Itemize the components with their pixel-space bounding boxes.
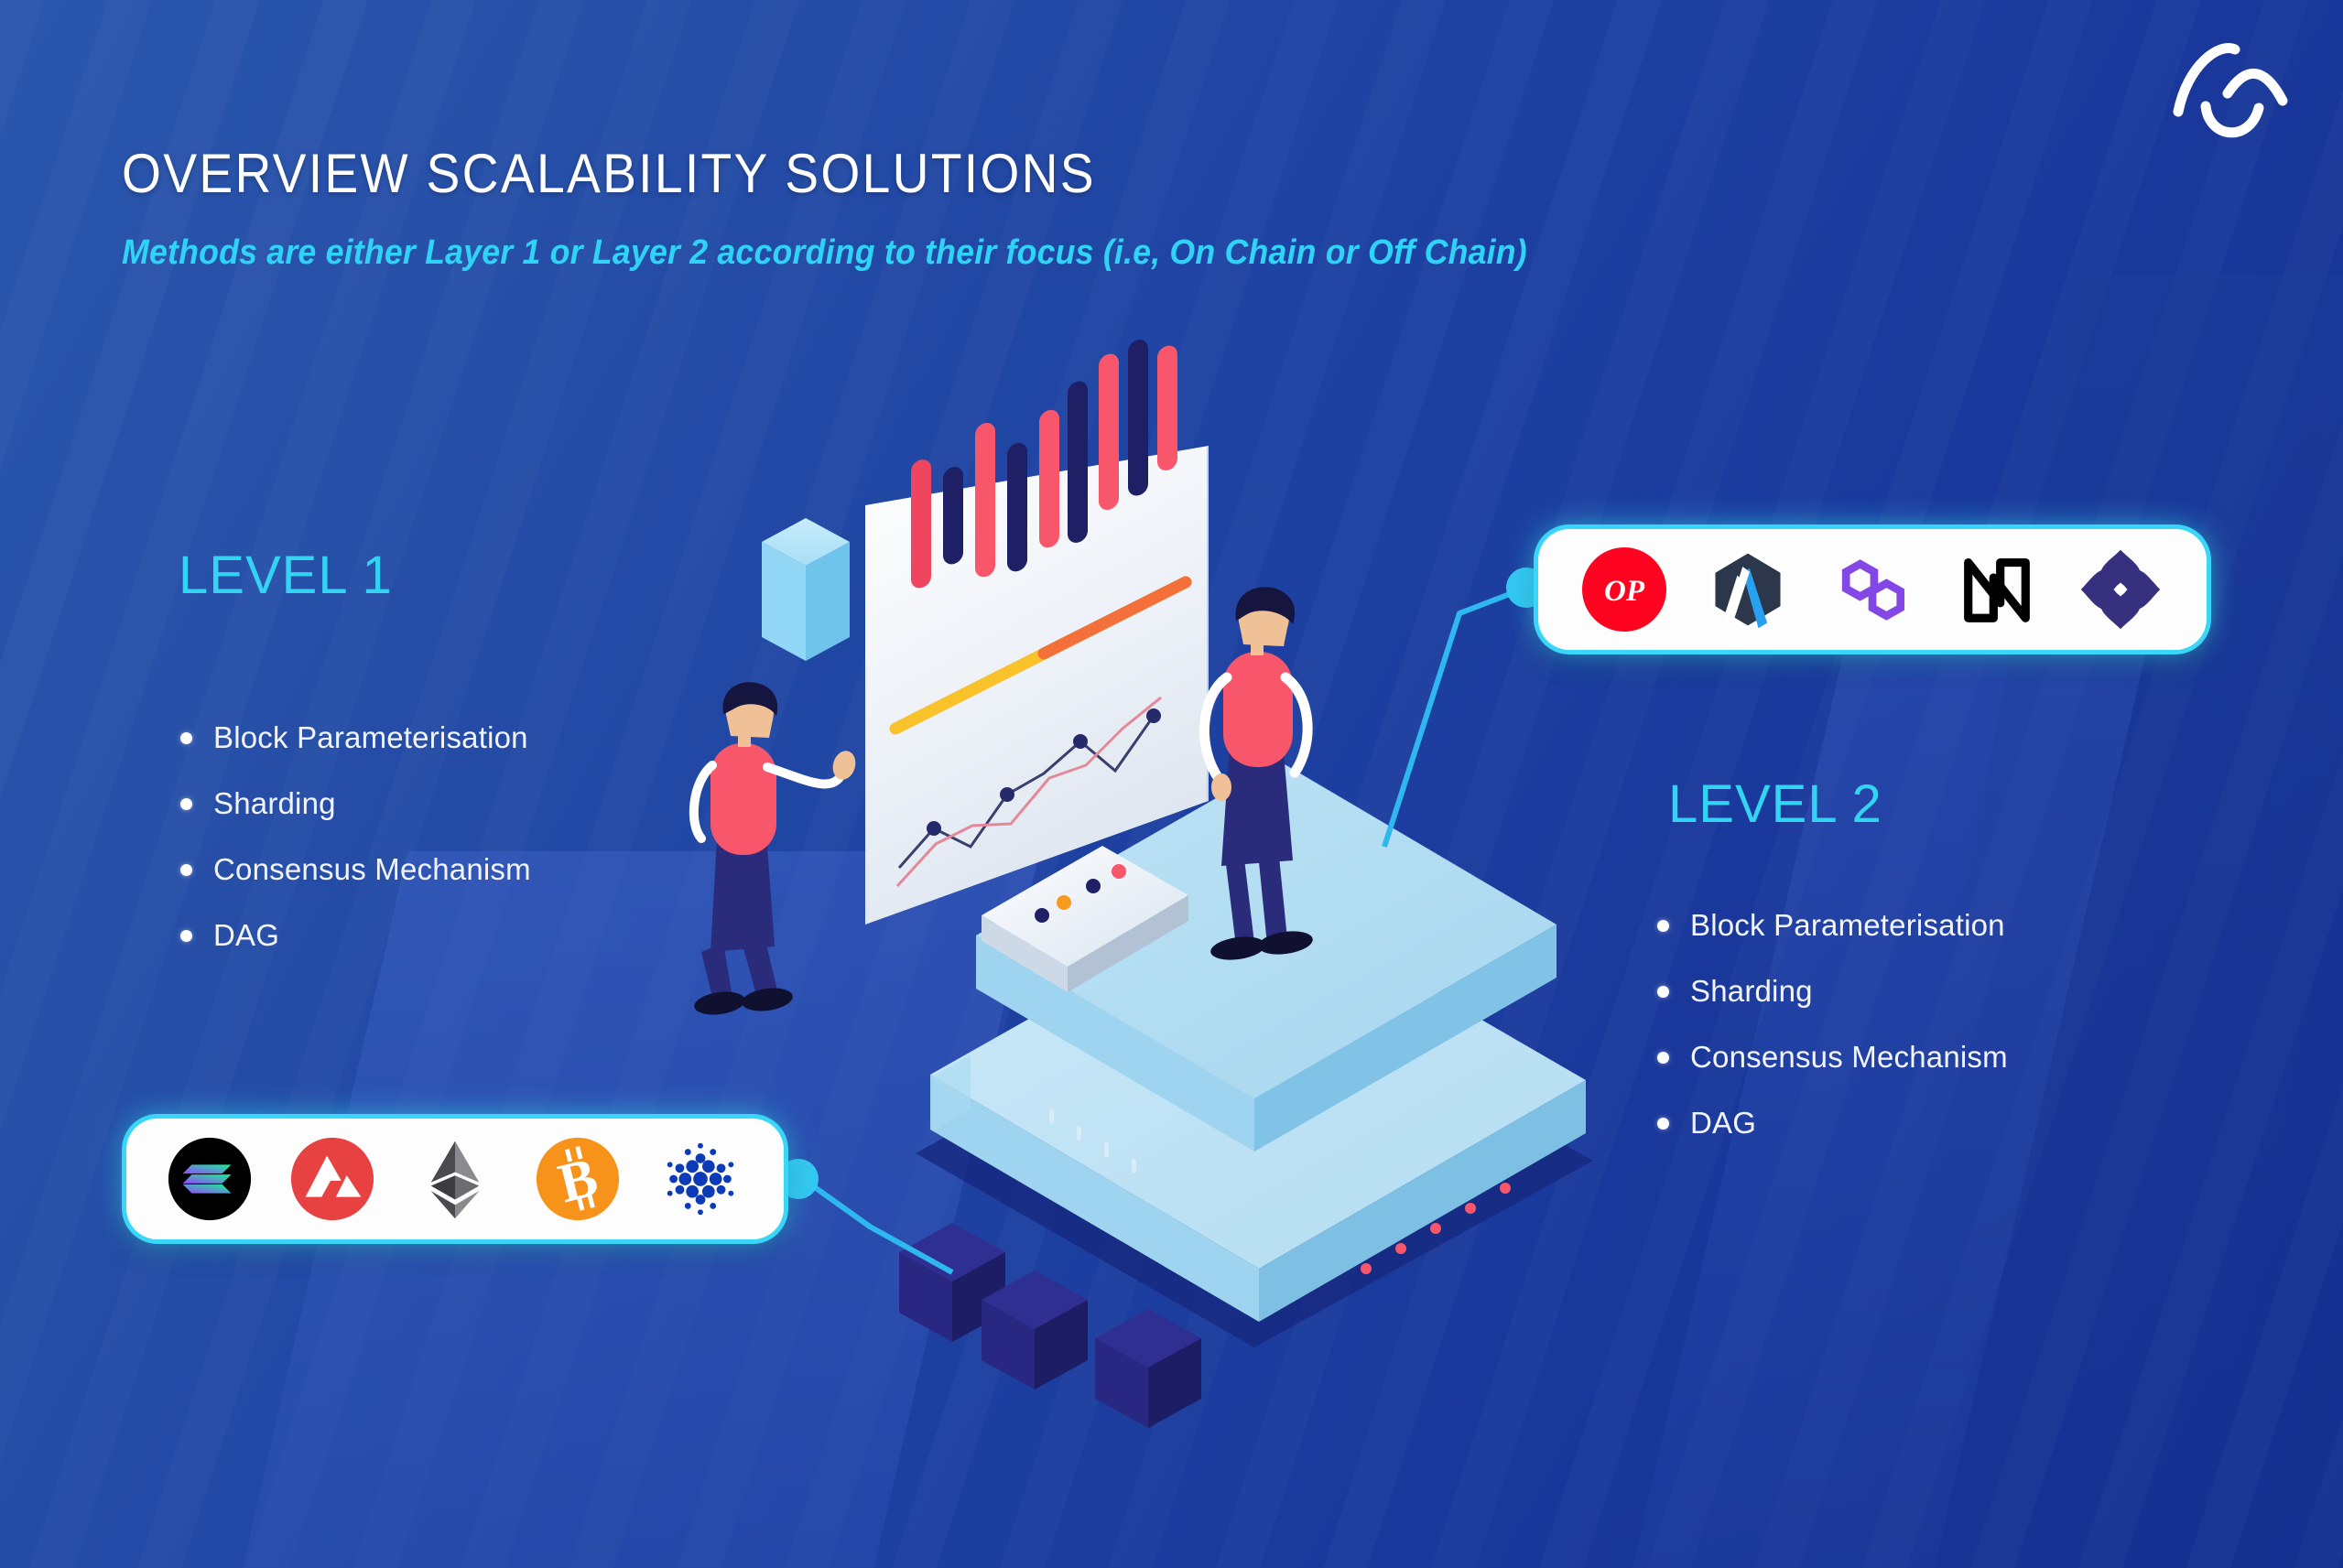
list-item: DAG: [180, 903, 531, 968]
isometric-blue-block: [762, 518, 850, 661]
level-2-bullet-list: Block Parameterisation Sharding Consensu…: [1657, 892, 2008, 1156]
cosmos-petal-logo-icon[interactable]: [2069, 544, 2172, 635]
platform-dots-bottom: [1361, 1183, 1511, 1274]
list-item-label: Sharding: [213, 786, 336, 820]
cube-3: [1095, 1309, 1201, 1428]
list-item-label: DAG: [1690, 1106, 1757, 1140]
level-1-title: LEVEL 1: [179, 546, 393, 605]
screen-bar-group: [911, 340, 1177, 589]
list-item: Consensus Mechanism: [180, 837, 531, 903]
cardano-logo-icon[interactable]: [649, 1133, 752, 1225]
list-item-label: DAG: [213, 918, 280, 952]
polygon-logo-icon[interactable]: [1821, 544, 1924, 635]
platform-dashes-bottom: [1049, 1109, 1136, 1173]
bullet-dot-icon: [180, 863, 192, 876]
cube-2: [982, 1271, 1088, 1390]
avalanche-logo-icon[interactable]: [281, 1133, 384, 1225]
character-right: [1199, 587, 1313, 960]
bullet-dot-icon: [1657, 919, 1669, 932]
list-item: Sharding: [1657, 958, 2008, 1024]
list-item: DAG: [1657, 1090, 2008, 1156]
bullet-dot-icon: [180, 731, 192, 744]
list-item-label: Block Parameterisation: [213, 720, 528, 754]
bitcoin-logo-icon[interactable]: B: [526, 1133, 629, 1225]
bullet-dot-icon: [1657, 1051, 1669, 1064]
brand-swirl-icon: [2173, 43, 2288, 138]
analytics-screen: [865, 340, 1209, 925]
screen-trendline: [889, 576, 1192, 735]
bullet-dot-icon: [1657, 985, 1669, 998]
list-item-label: Block Parameterisation: [1690, 908, 2005, 942]
layer-1-platform: [930, 890, 1586, 1322]
list-item-label: Consensus Mechanism: [213, 852, 531, 886]
bullet-dot-icon: [180, 797, 192, 810]
level-1-logo-pill[interactable]: B: [126, 1119, 784, 1239]
list-item-label: Sharding: [1690, 974, 1813, 1008]
slider-dots: [1035, 864, 1126, 923]
ethereum-logo-icon[interactable]: [404, 1133, 506, 1225]
list-item: Sharding: [180, 771, 531, 837]
solana-logo-icon[interactable]: [158, 1133, 261, 1225]
list-item: Consensus Mechanism: [1657, 1024, 2008, 1090]
list-item: Block Parameterisation: [180, 705, 531, 771]
list-item: Block Parameterisation: [1657, 892, 2008, 958]
level-1-bullet-list: Block Parameterisation Sharding Consensu…: [180, 705, 531, 968]
svg-text:OP: OP: [1604, 575, 1645, 608]
layer-2-platform: [976, 762, 1557, 1152]
page-subtitle: Methods are either Layer 1 or Layer 2 ac…: [122, 233, 1527, 272]
connector-level-2: [1382, 568, 1546, 848]
bullet-dot-icon: [1657, 1117, 1669, 1130]
list-item-label: Consensus Mechanism: [1690, 1040, 2008, 1074]
platform-shadow: [916, 970, 1593, 1347]
near-logo-icon[interactable]: [1946, 544, 2048, 635]
level-2-logo-pill[interactable]: OP: [1538, 529, 2207, 650]
page-title: OVERVIEW SCALABILITY SOLUTIONS: [122, 143, 1096, 204]
level-2-title: LEVEL 2: [1668, 774, 1882, 834]
bullet-dot-icon: [180, 929, 192, 942]
arbitrum-logo-icon[interactable]: [1697, 544, 1799, 635]
optimism-logo-icon[interactable]: OP: [1573, 544, 1676, 635]
infographic-canvas: OVERVIEW SCALABILITY SOLUTIONS Methods a…: [0, 0, 2343, 1568]
